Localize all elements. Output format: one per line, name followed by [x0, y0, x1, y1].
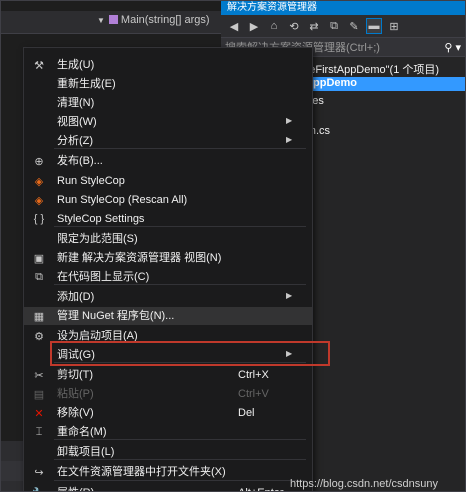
forward-icon[interactable]: ▶ — [247, 19, 261, 33]
menu-item: ▤ 粘贴(P) Ctrl+V — [24, 385, 312, 403]
menu-item[interactable]: 添加(D) ▶ — [24, 288, 312, 306]
back-icon[interactable]: ◀ — [227, 19, 241, 33]
menu-item-label: Run StyleCop (Rescan All) — [57, 194, 188, 206]
menu-item-label: 限定为此范围(S) — [57, 233, 138, 245]
chevron-right-icon: ▶ — [286, 116, 293, 125]
menu-item-label: 发布(B)... — [57, 155, 103, 167]
cut-icon: ✂ — [34, 369, 44, 382]
build-icon: ⚒ — [34, 59, 44, 72]
rename-icon: ⌶ — [35, 425, 43, 438]
sync-icon[interactable]: ⇄ — [307, 19, 321, 33]
menu-item[interactable]: 重新生成(E) — [24, 75, 312, 93]
remove-icon: ✕ — [34, 407, 44, 420]
menu-item-label: 在文件资源管理器中打开文件夹(X) — [57, 466, 226, 478]
menu-item-label: 卸载项目(L) — [57, 446, 115, 458]
member-dropdown[interactable]: ▼ Main(string[] args) — [97, 14, 210, 26]
menu-item-label: 新建 解决方案资源管理器 视图(N) — [57, 252, 222, 264]
menu-item-label: 清理(N) — [57, 97, 95, 109]
menu-item-label: 在代码图上显示(C) — [57, 271, 150, 283]
menu-item[interactable]: 清理(N) — [24, 94, 312, 112]
menu-item[interactable]: ◈ Run StyleCop (Rescan All) — [24, 191, 312, 209]
tree-item-solution[interactable]: odeFirstAppDemo"(1 个项目) — [297, 61, 439, 77]
context-menu: ⚒ 生成(U) 重新生成(E) 清理(N) 视图(W) ▶ 分析(Z) ▶ ⊕ 发布(B)... ◈… — [23, 47, 330, 492]
menu-item[interactable]: ◈ Run StyleCop — [24, 172, 312, 190]
gear-icon: ⚙ — [34, 330, 44, 343]
menu-item-label: 重命名(M) — [57, 426, 107, 438]
menu-item-shortcut: Ctrl+V — [238, 388, 269, 400]
menu-item[interactable]: ⧉ 在代码图上显示(C) — [24, 268, 312, 286]
member-dropdown-label: Main(string[] args) — [120, 14, 210, 26]
collapse-all-icon[interactable]: ⧉ — [327, 19, 341, 33]
menu-item-label: 移除(V) — [57, 407, 94, 419]
menu-item-label: 视图(W) — [57, 116, 97, 128]
menu-item[interactable]: ✕ 移除(V) Del — [24, 404, 312, 422]
menu-item-label: 粘贴(P) — [57, 388, 94, 400]
chevron-right-icon: ▶ — [286, 291, 293, 300]
menu-item[interactable]: 视图(W) ▶ — [24, 113, 312, 131]
menu-item-label: 分析(Z) — [57, 135, 94, 147]
open-folder-icon: ↪ — [34, 466, 44, 479]
code-map-icon: ⧉ — [35, 270, 43, 283]
stylecop-icon: ◈ — [34, 194, 44, 207]
wrench-icon: 🔧 — [32, 486, 46, 492]
menu-item[interactable]: ⌶ 重命名(M) — [24, 423, 312, 441]
menu-item-label: StyleCop Settings — [57, 213, 145, 225]
ide-window: ▼ Main(string[] args) 解决方案资源管理器 ◀ ▶ ⌂ ⟲ ⇄… — [0, 0, 466, 492]
highlight-box — [50, 341, 330, 366]
menu-item-shortcut: Del — [238, 407, 255, 419]
menu-item[interactable]: { } StyleCop Settings — [24, 210, 312, 228]
menu-item-label: 剪切(T) — [57, 369, 94, 381]
menu-item-shortcut: Alt+Enter — [238, 486, 284, 491]
paste-icon: ▤ — [33, 388, 45, 401]
menu-item-label: 属性(R) — [57, 486, 94, 491]
braces-icon: { } — [33, 213, 45, 225]
menu-item[interactable]: 限定为此范围(S) — [24, 230, 312, 248]
menu-item[interactable]: 分析(Z) ▶ — [24, 132, 312, 150]
menu-item-label: Run StyleCop — [57, 175, 125, 187]
menu-item-label: 添加(D) — [57, 291, 95, 303]
menu-item[interactable]: ✂ 剪切(T) Ctrl+X — [24, 366, 312, 384]
solution-explorer-title: 解决方案资源管理器 — [221, 1, 465, 15]
method-icon — [108, 15, 118, 24]
stylecop-icon: ◈ — [34, 175, 44, 188]
menu-item[interactable]: ⊕ 发布(B)... — [24, 152, 312, 170]
nuget-icon: ▦ — [33, 310, 45, 323]
chevron-down-icon: ▼ — [97, 16, 105, 25]
properties-icon[interactable]: ✎ — [347, 19, 361, 33]
menu-item[interactable]: 卸载项目(L) — [24, 443, 312, 461]
solution-explorer-toolbar: ◀ ▶ ⌂ ⟲ ⇄ ⧉ ✎ ▬ ⊞ — [221, 15, 465, 37]
chevron-right-icon: ▶ — [286, 135, 293, 144]
menu-item[interactable]: ▣ 新建 解决方案资源管理器 视图(N) — [24, 249, 312, 267]
menu-item-shortcut: Ctrl+X — [238, 369, 269, 381]
publish-icon: ⊕ — [34, 155, 44, 168]
preview-icon[interactable]: ▬ — [366, 18, 382, 34]
menu-item-label: 重新生成(E) — [57, 78, 116, 90]
menu-item-label: 管理 NuGet 程序包(N)... — [57, 310, 175, 322]
watermark: https://blog.csdn.net/csdnsuny — [290, 478, 438, 490]
search-icon[interactable]: ⚲ ▾ — [444, 38, 461, 58]
class-view-icon[interactable]: ⊞ — [387, 19, 401, 33]
menu-item[interactable]: 🔧 属性(R) Alt+Enter — [24, 484, 312, 492]
history-icon[interactable]: ⟲ — [287, 19, 301, 33]
menu-item[interactable]: ▦ 管理 NuGet 程序包(N)... — [24, 307, 312, 325]
tree-item-project[interactable]: rstAppDemo — [291, 77, 465, 91]
new-view-icon: ▣ — [33, 252, 45, 265]
menu-item[interactable]: ⚒ 生成(U) — [24, 56, 312, 74]
home-icon[interactable]: ⌂ — [267, 19, 281, 33]
menu-item-label: 生成(U) — [57, 59, 95, 71]
menu-item[interactable]: ↪ 在文件资源管理器中打开文件夹(X) — [24, 463, 312, 481]
